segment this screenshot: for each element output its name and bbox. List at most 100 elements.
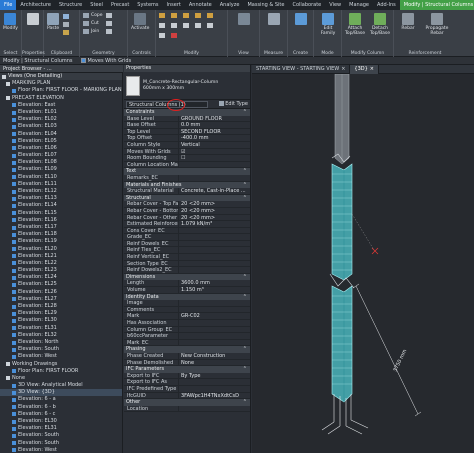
browser-item[interactable]: Elevation: EL16	[0, 217, 122, 224]
project-browser-tree[interactable]: Views (One Detailing) MARKING PLAN Floor P…	[0, 73, 123, 453]
property-row[interactable]: Rebar Cover - Other Faces20 <20 mm>	[124, 214, 250, 222]
collapse-chevron-icon[interactable]: ⌃	[243, 182, 247, 189]
property-row[interactable]: Base Offset 0.0 mm	[124, 122, 250, 129]
property-value[interactable]	[178, 306, 250, 313]
ribbon-tab[interactable]: File	[0, 0, 17, 10]
property-row[interactable]: Moves With Grids ☑	[124, 148, 250, 156]
browser-item[interactable]: MARKING PLAN	[0, 80, 122, 87]
property-row[interactable]: Structural Material Concrete, Cast-in-Pla…	[124, 188, 250, 195]
collapse-chevron-icon[interactable]: ⌃	[243, 168, 247, 175]
property-value[interactable]	[178, 234, 250, 240]
browser-item[interactable]: Elevation: EL23	[0, 267, 122, 274]
create-button[interactable]	[295, 13, 307, 26]
edit-type-button[interactable]: Edit Type	[219, 101, 248, 107]
browser-item[interactable]: Elevation: EL11	[0, 181, 122, 188]
3d-viewport[interactable]: 3750 mm	[252, 74, 474, 453]
browser-item[interactable]: Elevation: EL07	[0, 152, 122, 159]
cut-small-button[interactable]	[63, 22, 69, 27]
browser-item[interactable]: Elevation: EL14	[0, 202, 122, 209]
property-row[interactable]: Top Level SECOND FLOOR	[124, 128, 250, 136]
browser-item[interactable]: Elevation: South	[0, 440, 122, 447]
property-value[interactable]: ☑	[178, 148, 250, 155]
property-row[interactable]: Has Association	[124, 320, 250, 327]
mirror-tool[interactable]	[183, 13, 189, 18]
property-section-header[interactable]: Structural ⌃	[124, 194, 250, 202]
browser-item[interactable]: Floor Plan: FIRST FLOOR	[0, 368, 122, 375]
detach-top-base-button[interactable]: Detach Top/Base	[368, 13, 392, 36]
collapse-chevron-icon[interactable]: ⌃	[243, 109, 247, 116]
delete-tool[interactable]	[171, 33, 177, 38]
property-value[interactable]: 0.0 mm	[178, 122, 250, 128]
property-value[interactable]: -400.0 mm	[178, 135, 250, 141]
browser-item[interactable]: PRECAST ELEVATION	[0, 95, 122, 102]
ribbon-tab[interactable]: Manage	[345, 0, 373, 10]
collapse-chevron-icon[interactable]: ⌃	[243, 294, 247, 301]
browser-item[interactable]: Views (One Detailing)	[0, 73, 122, 81]
property-section-header[interactable]: Constraints ⌃	[124, 109, 250, 116]
ribbon-tab[interactable]: Structure	[55, 0, 86, 10]
paste-button[interactable]: Paste	[47, 13, 59, 31]
property-value[interactable]	[178, 300, 250, 306]
property-section-header[interactable]: IFC Parameters ⌃	[124, 366, 250, 373]
property-row[interactable]: Section Type_EC	[124, 260, 250, 268]
browser-item[interactable]: Elevation: EL22	[0, 260, 122, 267]
property-value[interactable]: GR-C02	[178, 313, 250, 319]
property-row[interactable]: Base Level GROUND FLOOR	[124, 115, 250, 123]
view-tool-button[interactable]	[238, 13, 250, 26]
property-value[interactable]: 3FAWpc1H4TNxXdtCsD	[178, 392, 250, 399]
browser-item[interactable]: Elevation: EL18	[0, 231, 122, 238]
browser-item[interactable]: Elevation: EL17	[0, 224, 122, 231]
properties-button[interactable]	[27, 13, 39, 26]
match-small-button[interactable]	[63, 30, 69, 35]
collapse-chevron-icon[interactable]: ⌃	[243, 274, 247, 281]
expand-toggle-icon[interactable]	[6, 81, 10, 86]
ribbon-tab[interactable]: Precast	[107, 0, 133, 10]
property-value[interactable]	[178, 267, 250, 273]
property-row[interactable]: Estimated Reinforcement ...1.079 kN/m³	[124, 221, 250, 228]
browser-item[interactable]: Elevation: 6 - b	[0, 404, 122, 411]
browser-item[interactable]: Elevation: 6 - a	[0, 396, 122, 403]
property-value[interactable]	[178, 174, 250, 181]
browser-item[interactable]: Elevation: South	[0, 346, 122, 353]
property-row[interactable]: Image	[124, 300, 250, 307]
ribbon-tab[interactable]: Steel	[86, 0, 107, 10]
select-group-label[interactable]: Select	[0, 51, 21, 56]
property-value[interactable]	[178, 326, 250, 333]
property-value[interactable]	[178, 405, 250, 412]
ribbon-tab[interactable]: View	[325, 0, 345, 10]
property-value[interactable]: 1.079 kN/m³	[178, 221, 250, 227]
browser-item[interactable]: Elevation: EL01	[0, 109, 122, 116]
browser-item[interactable]: Elevation: West	[0, 447, 122, 453]
expand-toggle-icon[interactable]	[2, 74, 6, 79]
property-row[interactable]: Cons Cover_EC	[124, 227, 250, 235]
property-value[interactable]	[178, 379, 250, 385]
browser-item[interactable]: Elevation: EL25	[0, 281, 122, 288]
browser-item[interactable]: None	[0, 375, 122, 382]
property-value[interactable]: 20 <20 mm>	[178, 207, 250, 214]
expand-toggle-icon[interactable]	[6, 376, 10, 381]
align-tool[interactable]	[159, 13, 165, 18]
browser-item[interactable]: Elevation: EL30	[0, 418, 122, 425]
browser-item[interactable]: Elevation: EL09	[0, 166, 122, 173]
ribbon-tab[interactable]: Insert	[163, 0, 185, 10]
property-row[interactable]: Column Group_EC	[124, 326, 250, 334]
close-icon[interactable]: ×	[341, 65, 345, 74]
browser-item[interactable]: Elevation: EL31	[0, 425, 122, 432]
property-value[interactable]: Vertical	[178, 141, 250, 148]
property-value[interactable]: New Construction	[178, 352, 250, 359]
property-value[interactable]: GROUND FLOOR	[178, 115, 250, 122]
property-row[interactable]: Reinf Dowels_EC	[124, 240, 250, 248]
ribbon-tab[interactable]: Systems	[133, 0, 162, 10]
geometry-tool-2[interactable]	[106, 21, 112, 26]
property-section-header[interactable]: Dimensions ⌃	[124, 273, 250, 281]
ribbon-tab[interactable]: Annotate	[185, 0, 216, 10]
browser-item[interactable]: Elevation: EL30	[0, 317, 122, 324]
browser-item[interactable]: Elevation: EL15	[0, 210, 122, 217]
property-value[interactable]	[178, 385, 250, 392]
browser-item[interactable]: Elevation: West	[0, 353, 122, 360]
property-value[interactable]: 3600.0 mm	[178, 280, 250, 287]
array-tool[interactable]	[195, 23, 201, 28]
property-row[interactable]: Phase Created New Construction	[124, 352, 250, 360]
property-row[interactable]: Comments	[124, 306, 250, 314]
property-value[interactable]	[178, 240, 250, 247]
